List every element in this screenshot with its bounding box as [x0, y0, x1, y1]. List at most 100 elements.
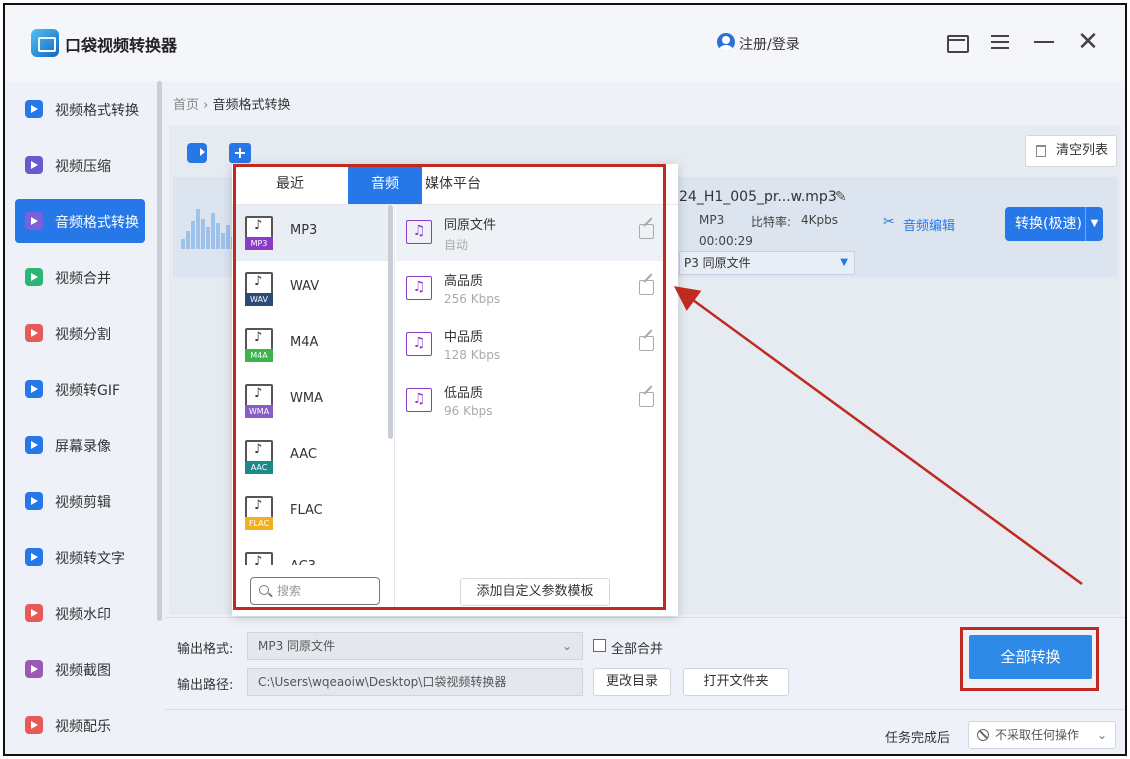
edit-icon[interactable] — [639, 392, 654, 407]
tab-media-platform[interactable]: 媒体平台 — [422, 164, 484, 204]
close-icon[interactable]: ✕ — [1073, 27, 1103, 57]
sidebar-item-label: 视频格式转换 — [55, 103, 139, 119]
format-item-wav[interactable]: ♪ WAV WAV — [232, 261, 392, 317]
format-item-m4a[interactable]: ♪ M4A M4A — [232, 317, 392, 373]
waveform-bar — [181, 239, 185, 249]
format-item-flac[interactable]: ♪ FLAC FLAC — [232, 485, 392, 541]
format-item-wma[interactable]: ♪ WMA WMA — [232, 373, 392, 429]
merge-all-checkbox[interactable] — [593, 639, 606, 652]
bitrate-label: 比特率: — [751, 215, 792, 229]
edit-icon[interactable] — [639, 224, 654, 239]
convert-options-dropdown-icon[interactable]: ▼ — [1085, 207, 1103, 241]
sidebar-item-10[interactable]: 视频水印 — [15, 591, 145, 635]
folder-icon[interactable] — [941, 27, 971, 57]
sidebar-item-11[interactable]: 视频截图 — [15, 647, 145, 691]
music-icon: ♫ — [406, 276, 432, 300]
open-folder-button[interactable]: 打开文件夹 — [683, 668, 789, 696]
edit-icon[interactable] — [639, 280, 654, 295]
tool-icon — [25, 716, 43, 734]
quality-name: 同原文件 — [444, 218, 497, 233]
tool-icon — [25, 436, 43, 454]
file-output-value: P3 同原文件 — [684, 256, 751, 270]
format-item-aac[interactable]: ♪ AAC AAC — [232, 429, 392, 485]
format-item-mp3[interactable]: ♪ MP3 MP3 — [232, 205, 392, 261]
sidebar-item-9[interactable]: 视频转文字 — [15, 535, 145, 579]
add-folder-icon[interactable]: + — [229, 143, 251, 163]
minimize-icon[interactable] — [1029, 27, 1059, 57]
ban-icon — [977, 729, 989, 741]
search-placeholder: 搜索 — [277, 584, 302, 598]
output-path-field[interactable]: C:\Users\wqeaoiw\Desktop\口袋视频转换器 — [247, 668, 583, 696]
sidebar-item-7[interactable]: 屏幕录像 — [15, 423, 145, 467]
format-item-ac3[interactable]: ♪AC3 AC3 — [232, 541, 392, 565]
quality-item[interactable]: ♫ 同原文件 自动 — [396, 205, 664, 261]
edit-icon[interactable] — [639, 336, 654, 351]
chevron-down-icon: ⌄ — [561, 639, 572, 653]
sidebar-item-4[interactable]: 视频合并 — [15, 255, 145, 299]
tool-icon — [25, 100, 43, 118]
music-note-icon: ♪ — [254, 330, 263, 345]
quality-item[interactable]: ♫ 低品质 96 Kbps — [396, 373, 664, 429]
file-output-select[interactable]: P3 同原文件 ▼ — [679, 251, 855, 275]
user-avatar-icon[interactable] — [717, 33, 735, 51]
breadcrumb-separator: › — [203, 98, 209, 113]
format-tag: WMA — [245, 405, 273, 418]
quality-name: 低品质 — [444, 386, 484, 401]
audio-file-icon: ♪ M4A — [245, 328, 273, 362]
sidebar-item-8[interactable]: 视频剪辑 — [15, 479, 145, 523]
breadcrumb: 首页 › 音频格式转换 — [173, 94, 291, 113]
convert-fast-button[interactable]: 转换(极速) ▼ — [1005, 207, 1103, 241]
music-note-icon: ♪ — [254, 386, 263, 401]
after-task-select[interactable]: 不采取任何操作 ⌄ — [968, 721, 1116, 749]
format-label: WMA — [290, 391, 323, 406]
search-icon — [259, 585, 269, 595]
format-list-scrollbar[interactable] — [388, 205, 393, 439]
sidebar-item-1[interactable]: 视频格式转换 — [15, 87, 145, 131]
menu-icon[interactable] — [985, 27, 1015, 57]
tool-icon — [25, 324, 43, 342]
tool-icon — [25, 212, 43, 230]
sidebar-item-2[interactable]: 视频压缩 — [15, 143, 145, 187]
chevron-down-icon: ⌄ — [1096, 728, 1107, 742]
sidebar-item-5[interactable]: 视频分割 — [15, 311, 145, 355]
waveform-bar — [201, 219, 205, 249]
add-video-icon[interactable] — [187, 143, 207, 163]
audio-file-icon: ♪ MP3 — [245, 216, 273, 250]
sidebar-item-label: 屏幕录像 — [55, 439, 111, 455]
app-title: 口袋视频转换器 — [65, 36, 178, 55]
add-template-button[interactable]: 添加自定义参数模板 — [460, 578, 610, 606]
audio-file-icon: ♪ AAC — [245, 440, 273, 474]
sidebar-item-label: 视频压缩 — [55, 159, 111, 175]
sidebar-item-12[interactable]: 视频配乐 — [15, 703, 145, 747]
format-label: FLAC — [290, 503, 323, 518]
file-duration: 00:00:29 — [699, 234, 753, 248]
sidebar-item-3[interactable]: 音频格式转换 — [15, 199, 145, 243]
breadcrumb-current: 音频格式转换 — [212, 98, 291, 113]
sidebar-item-6[interactable]: 视频转GIF — [15, 367, 145, 411]
clear-list-button[interactable]: 清空列表 — [1025, 135, 1117, 167]
quality-item[interactable]: ♫ 中品质 128 Kbps — [396, 317, 664, 373]
format-search-input[interactable]: 搜索 — [250, 577, 380, 605]
waveform-bar — [186, 231, 190, 249]
breadcrumb-home[interactable]: 首页 — [173, 98, 199, 113]
tab-audio[interactable]: 音频 — [348, 164, 422, 204]
sidebar-item-label: 视频水印 — [55, 607, 111, 623]
login-link[interactable]: 注册/登录 — [739, 34, 800, 54]
sidebar-scrollbar[interactable] — [157, 81, 162, 621]
sidebar-item-label: 视频配乐 — [55, 719, 111, 735]
waveform-bar — [211, 213, 215, 249]
change-directory-button[interactable]: 更改目录 — [593, 668, 671, 696]
tab-recent[interactable]: 最近 — [232, 164, 348, 204]
audio-edit-link[interactable]: ✂ 音频编辑 — [883, 214, 955, 234]
rename-pencil-icon[interactable]: ✎ — [835, 189, 847, 205]
quality-item[interactable]: ♫ 高品质 256 Kbps — [396, 261, 664, 317]
format-tag: M4A — [245, 349, 273, 362]
sidebar-item-label: 视频分割 — [55, 327, 111, 343]
merge-all-label: 全部合并 — [611, 642, 664, 657]
footer-bar: 任务完成后 不采取任何操作 ⌄ — [165, 709, 1125, 754]
music-icon: ♫ — [406, 220, 432, 244]
scissors-icon: ✂ — [883, 214, 895, 230]
music-note-icon: ♪ — [254, 218, 263, 233]
output-format-select[interactable]: MP3 同原文件 ⌄ — [247, 632, 583, 660]
format-tag: WAV — [245, 293, 273, 306]
